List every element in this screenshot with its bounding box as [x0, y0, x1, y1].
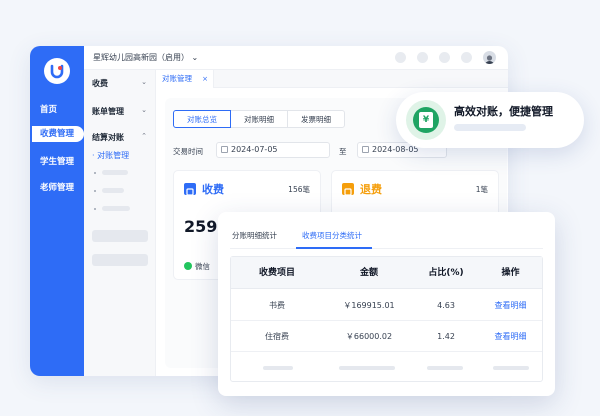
income-count: 156笔: [288, 185, 310, 194]
toolbar-icon[interactable]: [439, 52, 450, 63]
cell-ratio: 1.42: [437, 332, 455, 341]
placeholder-bar: [92, 230, 148, 242]
channel-label: 微信: [195, 262, 210, 271]
column-header: 操作: [501, 268, 520, 278]
tab-detail[interactable]: 对账明细: [230, 110, 288, 128]
tab-overview[interactable]: 对账总览: [173, 110, 231, 128]
cell-item: 住宿费: [265, 332, 289, 341]
wechat-channel: 微信: [184, 261, 210, 272]
nav-student-management[interactable]: 学生管理: [30, 154, 84, 170]
stats-panel: 分账明细统计 收费项目分类统计 收费项目 金额 占比(%) 操作 书费 ￥169…: [218, 212, 555, 396]
list-bullet: [94, 190, 96, 192]
school-name: 星辉幼儿园高新园（启用）: [93, 53, 189, 62]
placeholder-bar: [102, 206, 130, 211]
toolbar-icon[interactable]: [461, 52, 472, 63]
refund-count: 1笔: [475, 185, 488, 194]
close-icon[interactable]: ×: [202, 70, 208, 88]
toolbar-icon[interactable]: [417, 52, 428, 63]
placeholder-bar: [92, 254, 148, 266]
calendar-icon: [362, 146, 369, 153]
table-row-placeholder: [231, 352, 542, 383]
toolbar-icon[interactable]: [395, 52, 406, 63]
wechat-icon: [184, 262, 192, 270]
end-date-value: 2024-08-05: [372, 145, 419, 154]
nav-fee-management[interactable]: 收费管理: [32, 126, 84, 142]
tab-divider: [230, 248, 543, 249]
start-date-value: 2024-07-05: [231, 145, 278, 154]
sub-menu: 收费 ⌄ 账单管理 ⌄ 结算对账 ⌃ · 对账管理: [84, 70, 156, 376]
cell-amount: ￥66000.02: [345, 332, 393, 341]
submenu-group-bill[interactable]: 账单管理: [92, 106, 124, 117]
placeholder-bar: [339, 366, 395, 370]
active-tab-indicator: [296, 247, 372, 249]
column-header: 金额: [359, 268, 378, 278]
placeholder-bar: [427, 366, 463, 370]
view-detail-link[interactable]: 查看明细: [477, 321, 544, 352]
income-amount: 259: [184, 217, 218, 236]
cell-ratio: 4.63: [437, 301, 455, 310]
category-table: 收费项目 金额 占比(%) 操作 书费 ￥169915.01 4.63 查看明细…: [230, 256, 543, 382]
page-tab-reconciliation[interactable]: 对账管理 ×: [156, 70, 214, 88]
fee-icon: [184, 183, 196, 196]
placeholder-bar: [263, 366, 293, 370]
placeholder-bar: [454, 124, 526, 131]
submenu-group-fee[interactable]: 收费: [92, 78, 108, 89]
tab-invoice-detail[interactable]: 发票明细: [287, 110, 345, 128]
income-title: 收费: [202, 183, 224, 196]
main-nav: 首页 收费管理 学生管理 老师管理: [30, 46, 84, 376]
top-bar: 星辉幼儿园高新园（启用） ⌄: [84, 46, 508, 70]
page-tab-label: 对账管理: [162, 74, 192, 83]
chevron-down-icon: ⌄: [141, 106, 147, 114]
tab-category-stats[interactable]: 收费项目分类统计: [302, 230, 362, 241]
reconcile-icon: ¥: [406, 100, 446, 140]
placeholder-bar: [102, 188, 124, 193]
tab-split-stats[interactable]: 分账明细统计: [232, 230, 277, 241]
avatar[interactable]: [483, 51, 496, 64]
chevron-down-icon: ⌄: [191, 53, 199, 62]
time-label: 交易时间: [173, 147, 203, 156]
school-selector[interactable]: 星辉幼儿园高新园（启用） ⌄: [93, 52, 198, 63]
refund-title: 退费: [360, 183, 382, 196]
tab-strip: [214, 70, 508, 88]
submenu-item-reconciliation[interactable]: · 对账管理: [92, 150, 129, 161]
column-header: 占比(%): [428, 268, 464, 278]
placeholder-bar: [493, 366, 529, 370]
nav-home[interactable]: 首页: [30, 102, 84, 118]
nav-teacher-management[interactable]: 老师管理: [30, 180, 84, 196]
chevron-up-icon: ⌃: [141, 132, 147, 140]
feature-badge: ¥ 高效对账，便捷管理: [396, 92, 584, 148]
start-date-input[interactable]: 2024-07-05: [216, 142, 330, 158]
view-detail-link[interactable]: 查看明细: [477, 290, 544, 321]
calendar-icon: [221, 146, 228, 153]
list-bullet: [94, 172, 96, 174]
cell-amount: ￥169915.01: [343, 301, 395, 310]
column-header: 收费项目: [258, 268, 295, 278]
table-row: 住宿费 ￥66000.02 1.42 查看明细: [231, 321, 542, 352]
list-bullet: [94, 208, 96, 210]
submenu-item-label: 对账管理: [97, 151, 130, 160]
table-header: 收费项目 金额 占比(%) 操作: [231, 257, 542, 289]
table-row: 书费 ￥169915.01 4.63 查看明细: [231, 290, 542, 321]
placeholder-bar: [102, 170, 128, 175]
cell-item: 书费: [269, 301, 285, 310]
refund-icon: [342, 183, 354, 196]
chevron-down-icon: ⌄: [141, 78, 147, 86]
app-logo: [44, 58, 70, 84]
to-label: 至: [339, 147, 347, 156]
submenu-group-settlement[interactable]: 结算对账: [92, 132, 124, 143]
badge-text: 高效对账，便捷管理: [454, 105, 553, 118]
